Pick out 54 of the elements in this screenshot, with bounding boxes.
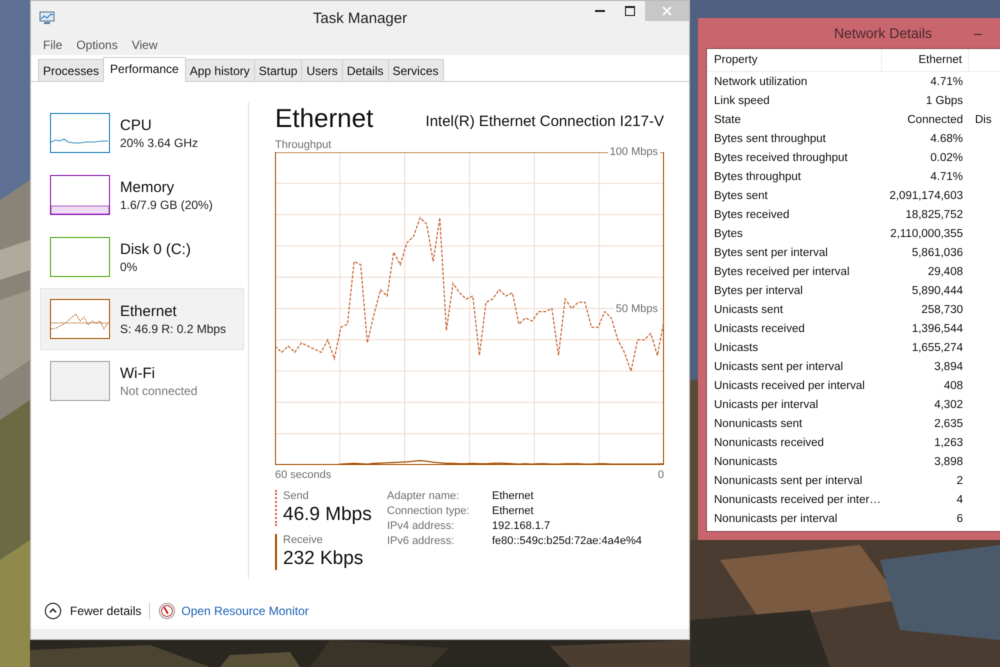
tab[interactable]: Startup [254, 59, 302, 82]
line-series [275, 217, 664, 372]
stat-label: Send [283, 490, 310, 502]
fewer-details-button[interactable]: Fewer details [44, 602, 142, 620]
close-icon [662, 6, 672, 16]
tab[interactable]: App history [184, 59, 255, 82]
property-value: Ethernet [492, 490, 535, 502]
window-title: Task Manager [312, 10, 408, 27]
sidebar-item[interactable]: Wi-Fi Not connected [40, 350, 244, 412]
property-label: IPv6 address: [387, 535, 456, 547]
device-name: Wi-Fi [120, 364, 156, 382]
tab[interactable]: Services [388, 59, 444, 82]
device-detail: 20% 3.64 GHz [120, 136, 198, 150]
menu-item[interactable]: View [132, 38, 158, 52]
stat-label: Receive [283, 534, 324, 546]
adapter-name: Intel(R) Ethernet Connection I217-V [426, 112, 664, 132]
resource-monitor-link[interactable]: Open Resource Monitor [181, 604, 309, 618]
monitor-icon [39, 11, 55, 25]
property-value: fe80::549c:b25d:72ae:4a4e%4 [492, 535, 642, 547]
axis-label: 100 Mbps [608, 145, 660, 159]
chevron-up-icon [44, 602, 62, 620]
stat-value: 46.9 Mbps [283, 504, 373, 526]
property-label: Adapter name: [387, 490, 460, 502]
tab[interactable]: Performance [103, 57, 186, 82]
device-name: Memory [120, 178, 176, 196]
sidebar-item[interactable]: Disk 0 (C:) 0% [40, 226, 244, 288]
sidebar-item[interactable]: Memory 1.6/7.9 GB (20%) [40, 164, 244, 226]
minimize-icon [595, 10, 605, 12]
time-end-label: 0 [658, 468, 664, 482]
tab[interactable]: Users [301, 59, 343, 82]
maximize-icon [625, 6, 635, 16]
device-detail: 0% [120, 260, 138, 274]
device-detail: S: 46.9 R: 0.2 Mbps [120, 322, 226, 336]
time-span-label: 60 seconds [275, 468, 332, 482]
menu-item[interactable]: Options [76, 38, 118, 52]
device-name: Ethernet [120, 302, 178, 320]
sidebar-item[interactable]: Ethernet S: 46.9 R: 0.2 Mbps [40, 288, 244, 350]
sidebar-item[interactable]: CPU 20% 3.64 GHz [40, 102, 244, 164]
device-name: CPU [120, 116, 153, 134]
tab[interactable]: Processes [38, 59, 104, 82]
property-value: Ethernet [492, 505, 535, 517]
device-detail: 1.6/7.9 GB (20%) [120, 198, 213, 212]
gauge-icon [158, 602, 176, 620]
axis-label: 50 Mbps [614, 302, 660, 316]
menu-item[interactable]: File [43, 38, 62, 52]
chart-title: Throughput [275, 138, 332, 152]
device-name: Disk 0 (C:) [120, 240, 191, 258]
device-title: Ethernet [275, 104, 374, 132]
property-value: 192.168.1.7 [492, 520, 552, 532]
device-detail: Not connected [120, 384, 198, 398]
property-label: Connection type: [387, 505, 471, 517]
property-label: IPv4 address: [387, 520, 456, 532]
stat-value: 232 Kbps [283, 548, 364, 570]
tab[interactable]: Details [342, 59, 388, 82]
